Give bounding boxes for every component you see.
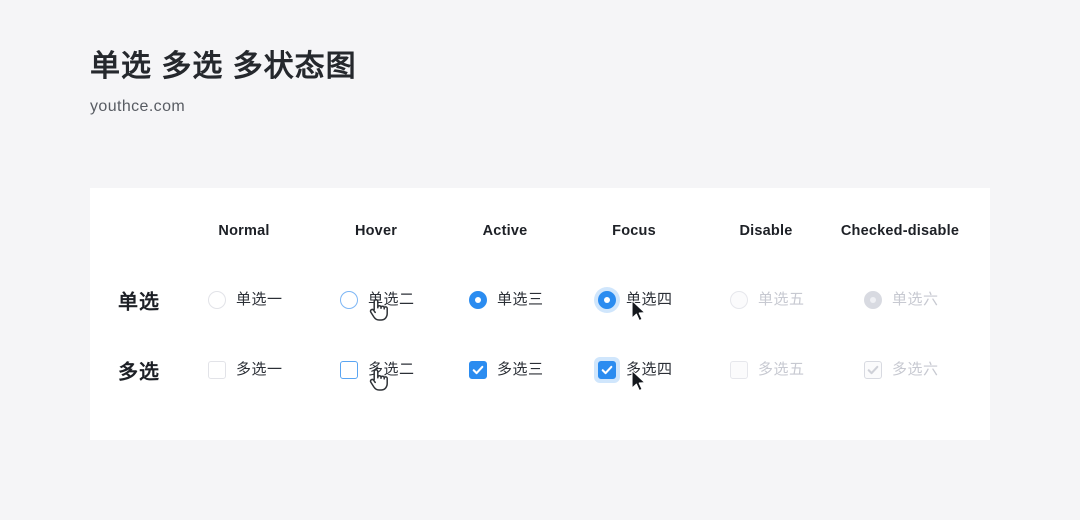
checkbox-label-normal: 多选一 bbox=[236, 361, 283, 378]
column-header-focus: Focus bbox=[612, 223, 656, 239]
radio-cell-disable: 单选五 bbox=[730, 290, 805, 310]
checkbox-label-hover: 多选二 bbox=[368, 361, 415, 378]
check-icon bbox=[472, 365, 484, 375]
radio-checked-disable-icon bbox=[864, 291, 882, 309]
checkbox-hover-icon[interactable] bbox=[340, 361, 358, 379]
checkbox-label-focus: 多选四 bbox=[626, 361, 673, 378]
radio-label-hover: 单选二 bbox=[368, 291, 415, 308]
checkbox-normal-icon[interactable] bbox=[208, 361, 226, 379]
column-header-checked-disable: Checked-disable bbox=[840, 223, 960, 239]
radio-label-disable: 单选五 bbox=[758, 291, 805, 308]
checkbox-cell-disable: 多选五 bbox=[730, 360, 805, 380]
checkbox-label-disable: 多选五 bbox=[758, 361, 805, 378]
radio-active-icon[interactable] bbox=[469, 291, 487, 309]
checkbox-row: 多选 多选一 多选二 多选三 多选四 多选五 多选六 bbox=[90, 350, 990, 390]
radio-label-normal: 单选一 bbox=[236, 291, 283, 308]
column-header-row: Normal Hover Active Focus Disable Checked-dis… bbox=[90, 223, 990, 243]
radio-label-focus: 单选四 bbox=[626, 291, 673, 308]
page-title: 单选 多选 多状态图 bbox=[90, 50, 357, 83]
checkbox-cell-checked-disable: 多选六 bbox=[864, 360, 939, 380]
radio-cell-normal[interactable]: 单选一 bbox=[208, 290, 283, 310]
radio-row: 单选 单选一 单选二 单选三 单选四 单选五 单选六 bbox=[90, 280, 990, 320]
page-header: 单选 多选 多状态图 youthce.com bbox=[90, 47, 357, 117]
states-grid: Normal Hover Active Focus Disable Checked-dis… bbox=[90, 188, 990, 440]
radio-cell-active[interactable]: 单选三 bbox=[469, 290, 544, 310]
checkbox-disable-icon bbox=[730, 361, 748, 379]
checkbox-active-icon[interactable] bbox=[469, 361, 487, 379]
radio-cell-hover[interactable]: 单选二 bbox=[340, 290, 415, 310]
column-header-hover: Hover bbox=[354, 223, 398, 239]
column-header-normal: Normal bbox=[218, 223, 270, 239]
checkbox-cell-normal[interactable]: 多选一 bbox=[208, 360, 283, 380]
column-header-active: Active bbox=[482, 223, 528, 239]
radio-hover-icon[interactable] bbox=[340, 291, 358, 309]
check-icon bbox=[867, 365, 879, 375]
states-card: Normal Hover Active Focus Disable Checked-dis… bbox=[90, 188, 990, 440]
row-label-radio: 单选 bbox=[118, 291, 160, 314]
checkbox-focus-icon[interactable] bbox=[594, 357, 620, 383]
check-icon bbox=[601, 365, 613, 375]
radio-cell-checked-disable: 单选六 bbox=[864, 290, 939, 310]
radio-disable-icon bbox=[730, 291, 748, 309]
page-subtitle: youthce.com bbox=[90, 98, 186, 115]
radio-focus-icon[interactable] bbox=[594, 287, 620, 313]
checkbox-cell-hover[interactable]: 多选二 bbox=[340, 360, 415, 380]
row-label-checkbox: 多选 bbox=[118, 361, 160, 384]
checkbox-label-active: 多选三 bbox=[497, 361, 544, 378]
checkbox-checked-disable-icon bbox=[864, 361, 882, 379]
checkbox-label-checked-disable: 多选六 bbox=[892, 361, 939, 378]
radio-cell-focus[interactable]: 单选四 bbox=[594, 287, 673, 313]
column-header-disable: Disable bbox=[739, 223, 793, 239]
checkbox-cell-focus[interactable]: 多选四 bbox=[594, 357, 673, 383]
radio-label-checked-disable: 单选六 bbox=[892, 291, 939, 308]
radio-normal-icon[interactable] bbox=[208, 291, 226, 309]
radio-label-active: 单选三 bbox=[497, 291, 544, 308]
checkbox-cell-active[interactable]: 多选三 bbox=[469, 360, 544, 380]
